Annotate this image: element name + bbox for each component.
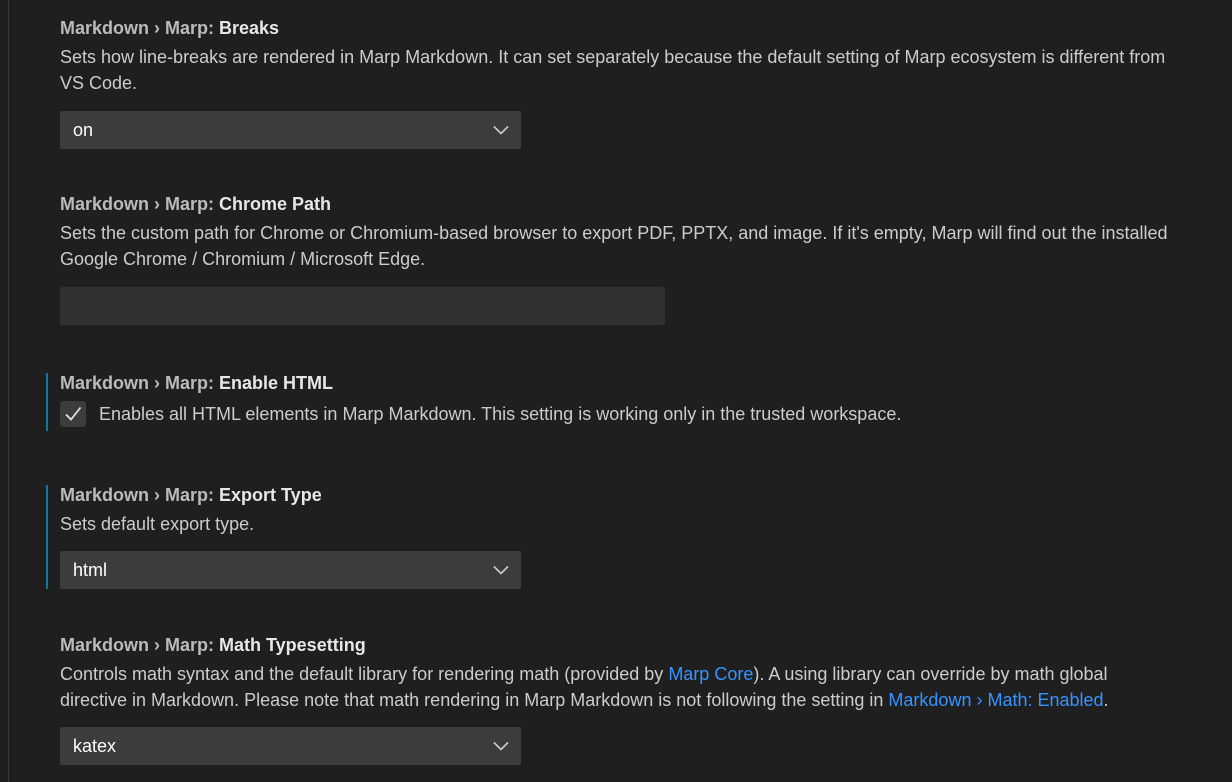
setting-math-typesetting: Markdown › Marp: Math Typesetting Contro… xyxy=(60,633,1190,765)
setting-title: Markdown › Marp: Export Type xyxy=(60,483,1190,507)
setting-description: Sets the custom path for Chrome or Chrom… xyxy=(60,223,1168,269)
math-enabled-setting-link[interactable]: Markdown › Math: Enabled xyxy=(888,690,1103,710)
setting-title: Markdown › Marp: Breaks xyxy=(60,16,1190,40)
setting-title: Markdown › Marp: Enable HTML xyxy=(60,371,1190,395)
chevron-down-icon xyxy=(493,565,509,575)
setting-description: Controls math syntax and the default lib… xyxy=(60,661,1175,713)
setting-category: Markdown › Marp: xyxy=(60,373,220,393)
setting-category: Markdown › Marp: xyxy=(60,18,220,38)
dropdown-value: on xyxy=(73,120,94,140)
marp-core-link[interactable]: Marp Core xyxy=(668,664,753,684)
breaks-dropdown[interactable]: on xyxy=(60,111,521,149)
modified-indicator xyxy=(46,485,48,589)
math-typesetting-dropdown[interactable]: katex xyxy=(60,727,521,765)
setting-title: Markdown › Marp: Math Typesetting xyxy=(60,633,1190,657)
chrome-path-input[interactable] xyxy=(60,287,665,325)
setting-description: Enables all HTML elements in Marp Markdo… xyxy=(99,404,902,424)
chevron-down-icon xyxy=(493,741,509,751)
setting-name: Math Typesetting xyxy=(219,635,366,655)
setting-enable-html: Markdown › Marp: Enable HTML Enables all… xyxy=(46,371,1190,431)
chevron-down-icon xyxy=(493,125,509,135)
setting-category: Markdown › Marp: xyxy=(60,635,220,655)
dropdown-value: html xyxy=(73,560,108,580)
setting-name: Enable HTML xyxy=(219,373,334,393)
setting-category: Markdown › Marp: xyxy=(60,194,220,214)
setting-category: Markdown › Marp: xyxy=(60,485,220,505)
setting-description: Sets how line-breaks are rendered in Mar… xyxy=(60,47,1166,93)
editor-left-border xyxy=(8,0,9,782)
setting-breaks: Markdown › Marp: Breaks Sets how line-br… xyxy=(60,16,1190,149)
setting-description: Sets default export type. xyxy=(60,514,255,534)
setting-chrome-path: Markdown › Marp: Chrome Path Sets the cu… xyxy=(60,192,1190,325)
setting-name: Chrome Path xyxy=(219,194,332,214)
modified-indicator xyxy=(46,373,48,431)
setting-name: Breaks xyxy=(219,18,280,38)
desc-text: . xyxy=(1103,690,1109,710)
export-type-dropdown[interactable]: html xyxy=(60,551,521,589)
setting-export-type: Markdown › Marp: Export Type Sets defaul… xyxy=(46,483,1190,589)
enable-html-checkbox[interactable] xyxy=(60,401,86,427)
desc-text: Controls math syntax and the default lib… xyxy=(60,664,669,684)
dropdown-value: katex xyxy=(73,736,117,756)
checkmark-icon xyxy=(65,406,82,421)
setting-name: Export Type xyxy=(219,485,322,505)
setting-title: Markdown › Marp: Chrome Path xyxy=(60,192,1190,216)
